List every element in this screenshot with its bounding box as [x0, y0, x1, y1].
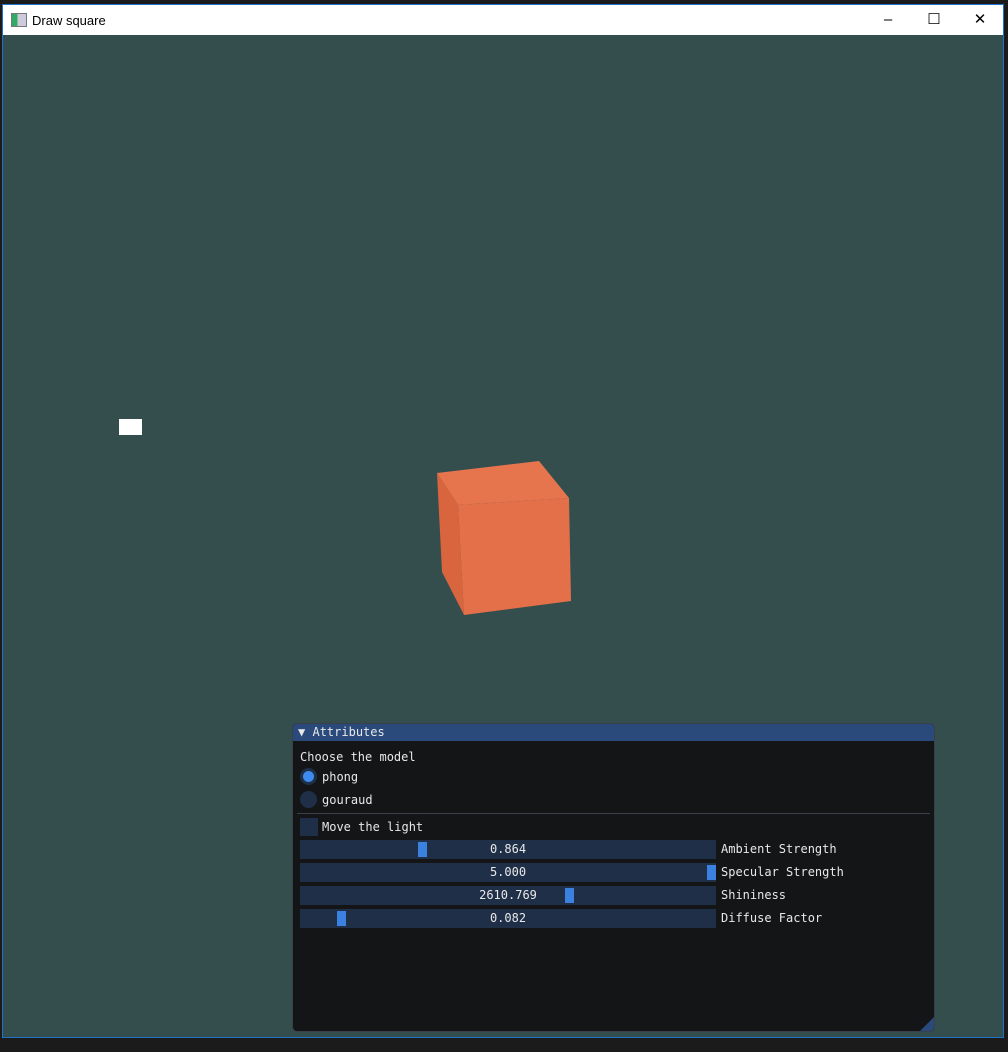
checkbox-label: Move the light — [322, 820, 424, 834]
slider-label: Shininess — [721, 888, 787, 902]
close-button[interactable]: ✕ — [957, 5, 1003, 35]
slider-value: 5.000 — [489, 865, 527, 879]
app-icon — [11, 13, 27, 27]
radio-label: gouraud — [322, 792, 373, 807]
slider-value: 0.082 — [489, 911, 527, 925]
model-label: Choose the model — [300, 750, 416, 764]
cube-top-face — [437, 461, 569, 505]
slider-specular-strength[interactable]: 5.000 — [300, 863, 716, 882]
resize-grip[interactable] — [920, 1017, 934, 1031]
render-viewport[interactable]: ▼ Attributes Choose the model phong gour… — [3, 35, 1003, 1037]
radio-gouraud[interactable]: gouraud — [300, 791, 373, 808]
slider-label: Specular Strength — [721, 865, 844, 879]
slider-ambient-strength[interactable]: 0.864 — [300, 840, 716, 859]
divider — [297, 813, 930, 814]
collapse-icon[interactable]: ▼ — [298, 725, 305, 739]
minimize-button[interactable]: – — [865, 5, 911, 35]
slider-value: 0.864 — [489, 842, 527, 856]
checkbox-box[interactable] — [300, 818, 318, 836]
maximize-button[interactable]: ☐ — [911, 5, 957, 35]
move-light-checkbox[interactable]: Move the light — [300, 818, 423, 836]
slider-diffuse-factor[interactable]: 0.082 — [300, 909, 716, 928]
radio-phong[interactable]: phong — [300, 768, 358, 785]
cube-front-face — [458, 498, 571, 615]
slider-label: Ambient Strength — [721, 842, 837, 856]
panel-title: Attributes — [312, 725, 385, 739]
slider-shininess[interactable]: 2610.769 — [300, 886, 716, 905]
radio-icon[interactable] — [300, 791, 317, 808]
attributes-panel: ▼ Attributes Choose the model phong gour… — [292, 723, 935, 1032]
app-window: Draw square – ☐ ✕ ▼ Attributes Choose th… — [2, 4, 1004, 1038]
radio-icon[interactable] — [300, 768, 317, 785]
window-title: Draw square — [32, 13, 106, 28]
radio-label: phong — [322, 769, 359, 784]
panel-header[interactable]: ▼ Attributes — [293, 724, 934, 741]
slider-label: Diffuse Factor — [721, 911, 823, 925]
slider-value: 2610.769 — [479, 888, 537, 902]
title-bar: Draw square – ☐ ✕ — [3, 5, 1003, 35]
